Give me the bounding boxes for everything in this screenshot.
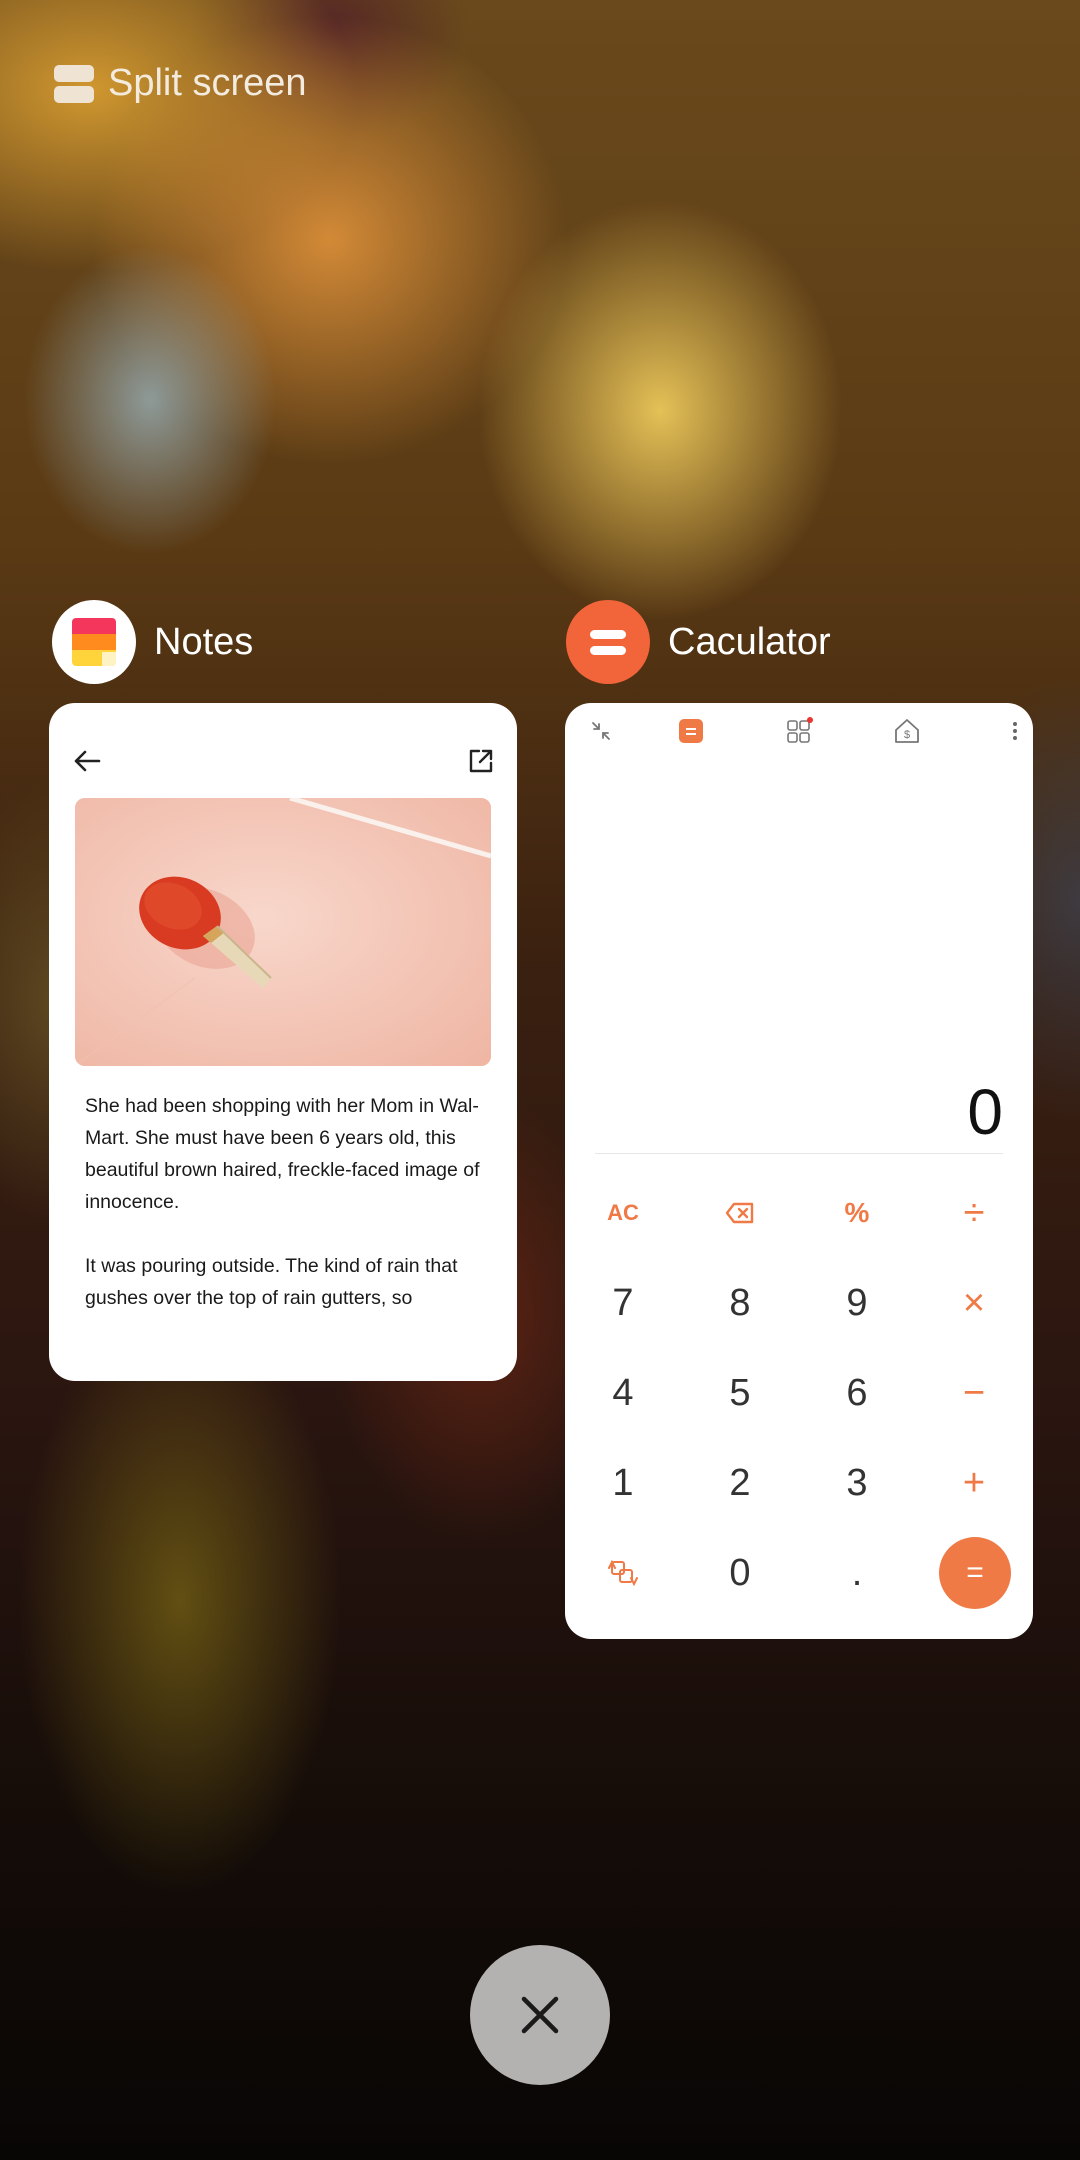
digit-7-button[interactable]: 7 (575, 1263, 671, 1343)
split-screen-label: Split screen (108, 62, 307, 104)
notes-paragraph: It was pouring outside. The kind of rain… (85, 1255, 458, 1309)
backspace-button[interactable] (692, 1173, 788, 1253)
share-icon[interactable] (459, 739, 503, 783)
percent-button[interactable]: % (809, 1173, 905, 1253)
minus-button[interactable]: − (926, 1353, 1022, 1433)
more-options-icon[interactable] (995, 711, 1033, 751)
notes-app-header[interactable]: Notes (52, 600, 253, 684)
plus-button[interactable]: + (926, 1443, 1022, 1523)
digit-5-button[interactable]: 5 (692, 1353, 788, 1433)
notes-paragraph: She had been shopping with her Mom in Wa… (85, 1095, 480, 1213)
digit-4-button[interactable]: 4 (575, 1353, 671, 1433)
mortgage-icon[interactable]: $ (887, 711, 927, 751)
multiply-button[interactable]: × (926, 1263, 1022, 1343)
notes-window-card[interactable]: She had been shopping with her Mom in Wa… (49, 703, 517, 1381)
equals-button[interactable]: = (939, 1537, 1011, 1609)
notes-app-name: Notes (154, 620, 254, 663)
decimal-point-button[interactable]: . (809, 1533, 905, 1613)
split-screen-icon (54, 64, 94, 103)
divide-button[interactable]: ÷ (926, 1173, 1022, 1253)
digit-3-button[interactable]: 3 (809, 1443, 905, 1523)
digit-8-button[interactable]: 8 (692, 1263, 788, 1343)
close-icon (521, 1996, 559, 2034)
digit-1-button[interactable]: 1 (575, 1443, 671, 1523)
split-screen-header[interactable]: Split screen (54, 62, 307, 105)
svg-text:$: $ (904, 729, 910, 741)
clear-button[interactable]: AC (575, 1173, 671, 1253)
digit-0-button[interactable]: 0 (692, 1533, 788, 1613)
converter-grid-icon[interactable] (779, 711, 819, 751)
notes-app-icon[interactable] (52, 600, 136, 684)
table-tennis-paddle-photo (75, 798, 491, 1066)
switch-mode-icon (608, 1559, 638, 1587)
backspace-icon (725, 1202, 754, 1224)
digit-9-button[interactable]: 9 (809, 1263, 905, 1343)
collapse-icon[interactable] (581, 711, 621, 751)
switch-mode-button[interactable] (575, 1533, 671, 1613)
notes-text[interactable]: She had been shopping with her Mom in Wa… (85, 1090, 485, 1346)
calculator-app-header[interactable]: Caculator (566, 600, 831, 684)
standard-calculator-icon[interactable] (671, 711, 711, 751)
digit-2-button[interactable]: 2 (692, 1443, 788, 1523)
close-split-screen-button[interactable] (470, 1945, 610, 2085)
calculator-app-name: Caculator (668, 620, 831, 663)
digit-6-button[interactable]: 6 (809, 1353, 905, 1433)
calculator-app-icon[interactable] (566, 600, 650, 684)
display-divider (595, 1153, 1003, 1154)
calculator-window-card[interactable]: $ 0 AC % ÷ 7 8 9 × 4 5 6 − 1 2 3 + 0 . = (565, 703, 1033, 1639)
calculator-display: 0 (967, 1076, 1003, 1148)
back-arrow-icon[interactable] (65, 739, 109, 783)
